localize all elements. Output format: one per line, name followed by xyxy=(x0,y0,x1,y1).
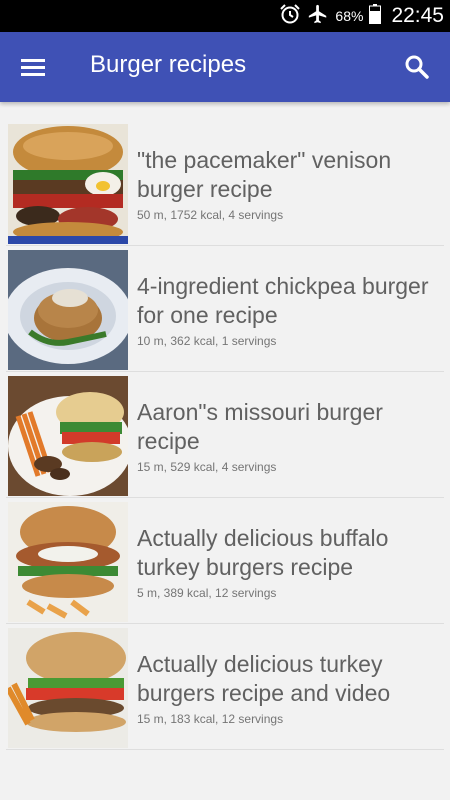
recipe-list: "the pacemaker" venison burger recipe 50… xyxy=(0,120,450,750)
search-icon[interactable] xyxy=(402,52,432,82)
list-item[interactable]: Aaron"s missouri burger recipe 15 m, 529… xyxy=(6,372,444,498)
recipe-meta: 50 m, 1752 kcal, 4 servings xyxy=(137,208,284,222)
alarm-icon xyxy=(279,3,301,30)
recipe-meta: 15 m, 183 kcal, 12 servings xyxy=(137,712,284,726)
recipe-thumbnail xyxy=(8,124,128,244)
recipe-thumbnail xyxy=(8,376,128,496)
recipe-thumbnail xyxy=(8,250,128,370)
list-item[interactable]: "the pacemaker" venison burger recipe 50… xyxy=(6,120,444,246)
recipe-title: Actually delicious buffalo turkey burger… xyxy=(137,525,389,580)
recipe-meta: 5 m, 389 kcal, 12 servings xyxy=(137,586,277,600)
recipe-title: Aaron"s missouri burger recipe xyxy=(137,399,383,454)
list-item[interactable]: 4-ingredient chickpea burger for one rec… xyxy=(6,246,444,372)
recipe-meta: 15 m, 529 kcal, 4 servings xyxy=(137,460,277,474)
recipe-title: Actually delicious turkey burgers recipe… xyxy=(137,651,391,706)
recipe-thumbnail xyxy=(8,502,128,622)
list-item[interactable]: Actually delicious buffalo turkey burger… xyxy=(6,498,444,624)
battery-percent: 68% xyxy=(335,8,364,24)
battery-icon xyxy=(369,3,382,29)
status-bar: 68% 22:45 xyxy=(0,0,450,32)
clock: 22:45 xyxy=(391,4,444,27)
app-bar: Burger recipes xyxy=(0,32,450,102)
recipe-meta: 10 m, 362 kcal, 1 servings xyxy=(137,334,277,348)
hamburger-menu-icon[interactable] xyxy=(18,53,48,83)
recipe-title: 4-ingredient chickpea burger for one rec… xyxy=(137,273,429,328)
recipe-thumbnail xyxy=(8,628,128,748)
airplane-mode-icon xyxy=(307,3,329,30)
list-item[interactable]: Actually delicious turkey burgers recipe… xyxy=(6,624,444,750)
page-title: Burger recipes xyxy=(90,51,247,78)
recipe-title: "the pacemaker" venison burger recipe xyxy=(137,147,392,202)
